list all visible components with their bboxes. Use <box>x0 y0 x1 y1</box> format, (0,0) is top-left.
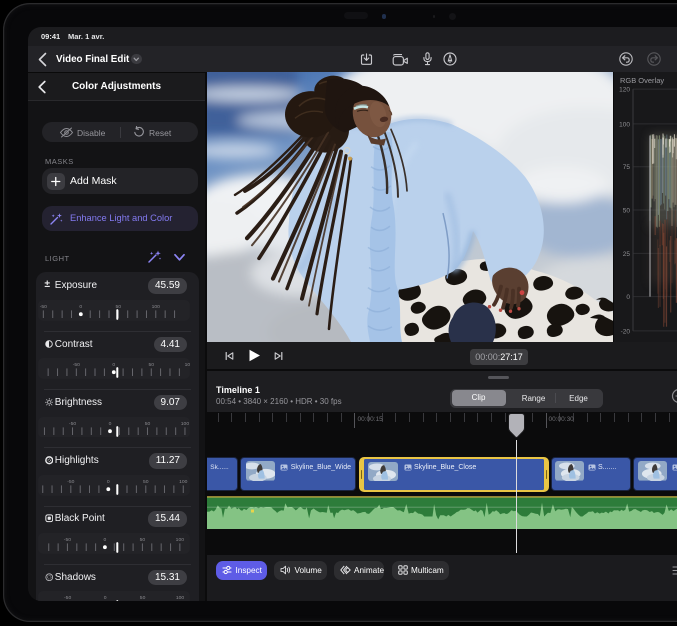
svg-text:-50: -50 <box>64 595 71 600</box>
svg-text:100: 100 <box>179 479 188 485</box>
svg-text:0: 0 <box>626 294 630 301</box>
svg-text:100: 100 <box>180 421 189 427</box>
svg-text:100: 100 <box>619 121 630 128</box>
svg-text:50: 50 <box>115 304 121 310</box>
svg-text:0: 0 <box>79 304 82 310</box>
svg-text:-50: -50 <box>39 304 46 310</box>
svg-text:-50: -50 <box>63 537 70 543</box>
svg-text:75: 75 <box>623 164 631 171</box>
svg-text:100: 100 <box>175 537 184 543</box>
svg-text:50: 50 <box>143 479 149 485</box>
svg-text:0: 0 <box>108 421 111 427</box>
svg-text:-50: -50 <box>67 479 74 485</box>
svg-text:25: 25 <box>623 251 631 258</box>
svg-text:0: 0 <box>106 479 109 485</box>
svg-text:50: 50 <box>139 537 145 543</box>
svg-text:0: 0 <box>103 595 106 600</box>
svg-text:50: 50 <box>144 421 150 427</box>
svg-text:100: 100 <box>151 304 160 310</box>
svg-text:0: 0 <box>112 362 115 368</box>
svg-text:50: 50 <box>623 208 631 215</box>
svg-text:50: 50 <box>139 595 145 600</box>
svg-text:100: 100 <box>184 362 189 368</box>
svg-text:-50: -50 <box>68 421 75 427</box>
svg-text:RGB Overlay: RGB Overlay <box>620 76 664 85</box>
svg-text:100: 100 <box>175 595 184 600</box>
svg-text:-20: -20 <box>621 328 631 335</box>
svg-text:-50: -50 <box>72 362 79 368</box>
svg-text:120: 120 <box>619 87 630 94</box>
svg-text:50: 50 <box>148 362 154 368</box>
svg-text:0: 0 <box>103 537 106 543</box>
